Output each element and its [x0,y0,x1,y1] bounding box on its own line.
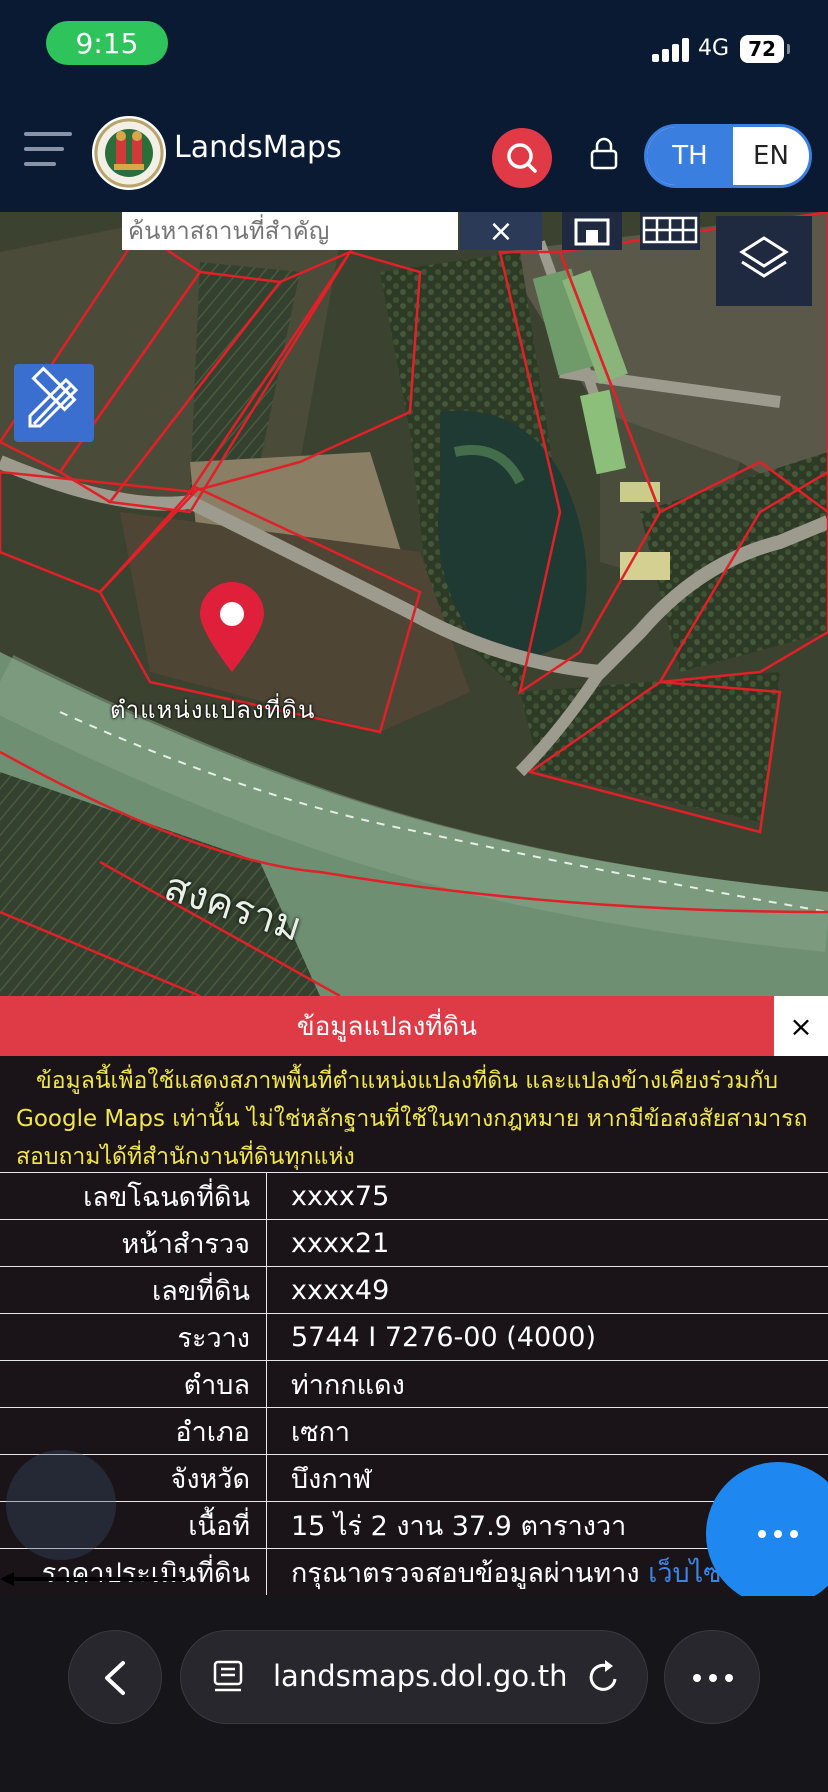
row-label: หน้าสำรวจ [0,1219,267,1267]
scroll-left-arrow-icon [0,1572,186,1586]
place-search-input[interactable] [122,212,458,250]
browser-address-bar[interactable]: landsmaps.dol.go.th [180,1630,648,1724]
app-header: LandsMaps TH EN [0,92,828,212]
table-row: จังหวัด บึงกาฬ [0,1454,828,1502]
table-row: เลขที่ดิน xxxx49 [0,1266,828,1314]
row-label: เลขโฉนดที่ดิน [0,1172,267,1220]
browser-back-button[interactable] [68,1630,162,1724]
table-row: หน้าสำรวจ xxxx21 [0,1219,828,1267]
more-dots-icon [758,1530,798,1538]
grid-icon [642,216,698,244]
clear-search-button[interactable]: × [460,212,542,250]
lock-icon[interactable] [590,136,618,170]
signal-icon [652,36,692,62]
disclaimer-text: ข้อมูลนี้เพื่อใช้แสดงสภาพพื้นที่ตำแหน่งแ… [16,1068,808,1170]
browser-toolbar: landsmaps.dol.go.th [0,1596,828,1792]
row-label: ระวาง [0,1313,267,1361]
app-title: LandsMaps [174,130,342,165]
hamburger-menu-icon[interactable] [24,132,72,168]
language-toggle[interactable]: TH EN [644,124,812,188]
row-value: 5744 I 7276-00 (4000) [266,1313,828,1361]
table-row: อำเภอ เซกา [0,1407,828,1455]
url-text: landsmaps.dol.go.th [273,1659,568,1693]
status-bar: 9:15 4G 72 [0,0,828,92]
info-icon[interactable] [6,1450,116,1560]
reload-icon[interactable] [585,1657,623,1697]
row-label: เลขที่ดิน [0,1266,267,1314]
lang-en-option[interactable]: EN [733,127,809,185]
table-row: ตำบล ท่ากกแดง [0,1360,828,1408]
reader-icon [213,1660,243,1692]
table-row: ระวาง 5744 I 7276-00 (4000) [0,1313,828,1361]
chevron-left-icon [105,1661,125,1695]
network-type: 4G [698,36,730,61]
row-value: xxxx21 [266,1219,828,1267]
table-row: เลขโฉนดที่ดิน xxxx75 [0,1172,828,1220]
parcel-location-label: ตำแหน่งแปลงที่ดิน [110,696,316,724]
row-label: อำเภอ [0,1407,267,1455]
row-label: ตำบล [0,1360,267,1408]
search-icon [507,143,537,173]
row-value: เซกา [266,1407,828,1455]
map-imagery [0,212,828,996]
appraisal-text: กรุณาตรวจสอบข้อมูลผ่านทาง [291,1557,640,1589]
close-panel-button[interactable]: × [774,996,828,1056]
battery-icon: 72 [740,35,790,63]
building-icon [574,218,610,246]
browser-more-button[interactable] [664,1630,760,1724]
row-value: xxxx49 [266,1266,828,1314]
lang-th-option[interactable]: TH [647,127,733,185]
pencil-ruler-icon [28,366,79,428]
row-value: xxxx75 [266,1172,828,1220]
map-pin-icon[interactable] [196,580,268,676]
row-value: ท่ากกแดง [266,1360,828,1408]
layers-button[interactable] [716,216,812,306]
grid-tool-button[interactable] [640,212,700,250]
table-row: เนื้อที่ 15 ไร่ 2 งาน 37.9 ตารางวา [0,1501,828,1549]
layers-icon [739,236,789,278]
ellipsis-icon [693,1674,733,1682]
building-tool-button[interactable] [562,212,622,250]
measure-draw-button[interactable] [14,364,94,442]
panel-title: ข้อมูลแปลงที่ดิน [0,996,774,1056]
land-info-table: เลขโฉนดที่ดิน xxxx75 หน้าสำรวจ xxxx21 เลขท… [0,1172,828,1595]
clock-time: 9:15 [46,21,168,65]
land-info-panel: ข้อมูลนี้เพื่อใช้แสดงสภาพพื้นที่ตำแหน่งแ… [0,1056,828,1596]
satellite-map[interactable]: × [0,212,828,996]
search-button[interactable] [492,128,552,188]
land-department-logo [92,116,166,190]
battery-level: 72 [748,37,776,61]
